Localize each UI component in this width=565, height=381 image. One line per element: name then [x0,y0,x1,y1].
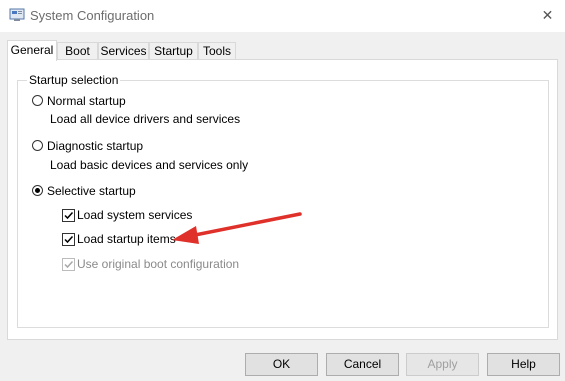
tab-boot[interactable]: Boot [57,42,98,59]
load-system-services-checkbox[interactable] [62,209,75,222]
startup-selection-label: Startup selection [27,73,121,87]
window-title: System Configuration [30,8,155,23]
system-configuration-icon [9,8,25,22]
tab-services[interactable]: Services [98,42,149,59]
tab-tools[interactable]: Tools [198,42,236,59]
close-icon: ✕ [541,6,554,23]
tab-general[interactable]: General [7,40,57,61]
load-startup-items-checkbox[interactable] [62,233,75,246]
apply-button: Apply [406,353,479,376]
selective-startup-radio[interactable] [32,185,43,196]
normal-startup-description: Load all device drivers and services [50,112,241,126]
normal-startup-radio[interactable] [32,95,43,106]
selective-startup-label[interactable]: Selective startup [47,184,136,198]
checkmark-icon [64,260,74,269]
ok-button[interactable]: OK [245,353,318,376]
normal-startup-label[interactable]: Normal startup [47,94,126,108]
use-original-boot-configuration-checkbox [62,258,75,271]
red-arrow-annotation [172,212,302,244]
tab-strip: General Boot Services Startup Tools [0,40,565,61]
tab-startup[interactable]: Startup [149,42,198,59]
load-startup-items-label[interactable]: Load startup items [77,232,176,246]
checkmark-icon [64,235,74,244]
diagnostic-startup-radio[interactable] [32,140,43,151]
close-button[interactable]: ✕ [530,0,565,30]
diagnostic-startup-label[interactable]: Diagnostic startup [47,139,143,153]
diagnostic-startup-description: Load basic devices and services only [50,158,249,172]
title-bar: System Configuration ✕ [0,0,565,32]
cancel-button[interactable]: Cancel [326,353,399,376]
use-original-boot-configuration-label: Use original boot configuration [77,257,240,271]
checkmark-icon [64,211,74,220]
help-button[interactable]: Help [487,353,560,376]
